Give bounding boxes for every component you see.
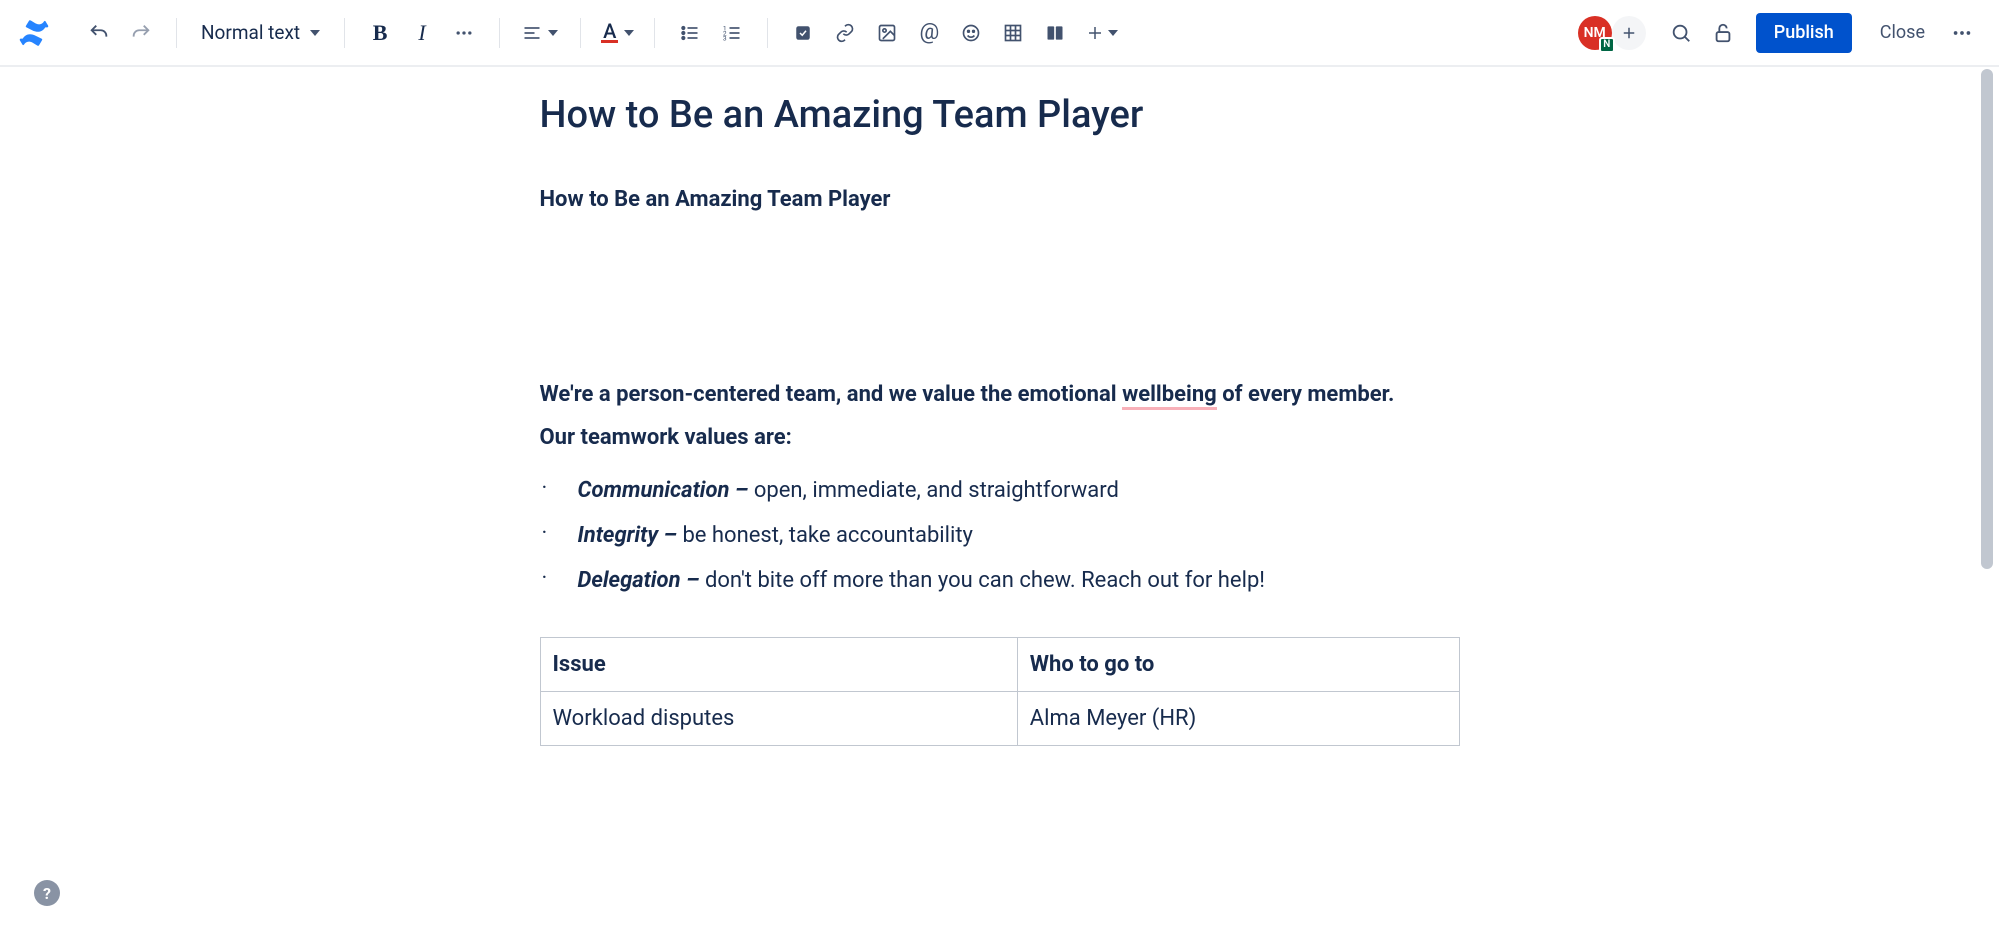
svg-text:3: 3 [723,34,727,42]
list-item[interactable]: Integrity – be honest, take accountabili… [540,513,1460,558]
close-label: Close [1880,22,1925,43]
text-style-label: Normal text [201,21,300,44]
italic-button[interactable]: I [403,14,441,52]
value-term: Integrity – [578,523,683,548]
action-item-button[interactable] [784,14,822,52]
bold-button[interactable]: B [361,14,399,52]
toolbar-divider [654,18,655,48]
table-header-row: Issue Who to go to [540,638,1459,692]
intro-paragraph[interactable]: We're a person-centered team, and we val… [540,382,1460,407]
editor-canvas[interactable]: How to Be an Amazing Team Player How to … [0,67,1999,932]
layouts-button[interactable] [1036,14,1074,52]
spellcheck-word[interactable]: wellbeing [1122,382,1217,410]
more-actions-button[interactable] [1943,14,1981,52]
close-button[interactable]: Close [1866,13,1939,53]
user-avatar[interactable]: NM N [1578,16,1612,50]
intro-prefix: We're a person-centered team, and we val… [540,382,1123,407]
mention-button[interactable]: @ [910,14,948,52]
table-cell[interactable]: Workload disputes [540,692,1017,746]
table-row: Workload disputes Alma Meyer (HR) [540,692,1459,746]
insert-button[interactable] [1078,14,1126,52]
toolbar-divider [499,18,500,48]
chevron-down-icon [624,30,634,36]
scrollbar-track[interactable] [1981,69,1993,928]
value-term: Delegation – [578,568,705,593]
doc-subtitle[interactable]: How to Be an Amazing Team Player [540,187,1460,212]
text-color-icon: A [601,22,618,43]
redo-button[interactable] [122,14,160,52]
more-formatting-button[interactable] [445,14,483,52]
numbered-list-button[interactable]: 123 [713,14,751,52]
link-button[interactable] [826,14,864,52]
toolbar-divider [580,18,581,48]
help-button[interactable]: ? [34,880,60,906]
values-heading[interactable]: Our teamwork values are: [540,425,1460,450]
chevron-down-icon [1108,30,1118,36]
toolbar-divider [767,18,768,48]
scrollbar-thumb[interactable] [1981,69,1993,569]
value-term: Communication – [578,478,754,503]
issues-table[interactable]: Issue Who to go to Workload disputes Alm… [540,637,1460,746]
publish-label: Publish [1774,22,1834,43]
text-style-select[interactable]: Normal text [193,21,328,44]
find-replace-button[interactable] [1662,14,1700,52]
intro-suffix: of every member. [1217,382,1395,407]
confluence-logo-icon[interactable] [18,17,50,49]
add-collaborator-button[interactable] [1612,16,1646,50]
undo-button[interactable] [80,14,118,52]
toolbar-divider [176,18,177,48]
table-header-cell[interactable]: Who to go to [1017,638,1459,692]
restrictions-button[interactable] [1704,14,1742,52]
table-header-cell[interactable]: Issue [540,638,1017,692]
publish-button[interactable]: Publish [1756,13,1852,53]
value-desc: be honest, take accountability [682,523,973,548]
avatar-badge: N [1599,37,1615,53]
page-title[interactable]: How to Be an Amazing Team Player [540,93,1460,137]
align-button[interactable] [516,14,564,52]
table-button[interactable] [994,14,1032,52]
table-cell[interactable]: Alma Meyer (HR) [1017,692,1459,746]
value-desc: open, immediate, and straightforward [754,478,1119,503]
emoji-button[interactable] [952,14,990,52]
editor-toolbar: Normal text B I A 123 @ [0,0,1999,67]
chevron-down-icon [310,30,320,36]
text-color-button[interactable]: A [597,22,638,43]
image-button[interactable] [868,14,906,52]
bullet-list-button[interactable] [671,14,709,52]
chevron-down-icon [548,30,558,36]
list-item[interactable]: Delegation – don't bite off more than yo… [540,558,1460,603]
document-page: How to Be an Amazing Team Player How to … [520,67,1480,786]
list-item[interactable]: Communication – open, immediate, and str… [540,468,1460,513]
value-desc: don't bite off more than you can chew. R… [705,568,1265,593]
values-list[interactable]: Communication – open, immediate, and str… [540,468,1460,603]
toolbar-divider [344,18,345,48]
